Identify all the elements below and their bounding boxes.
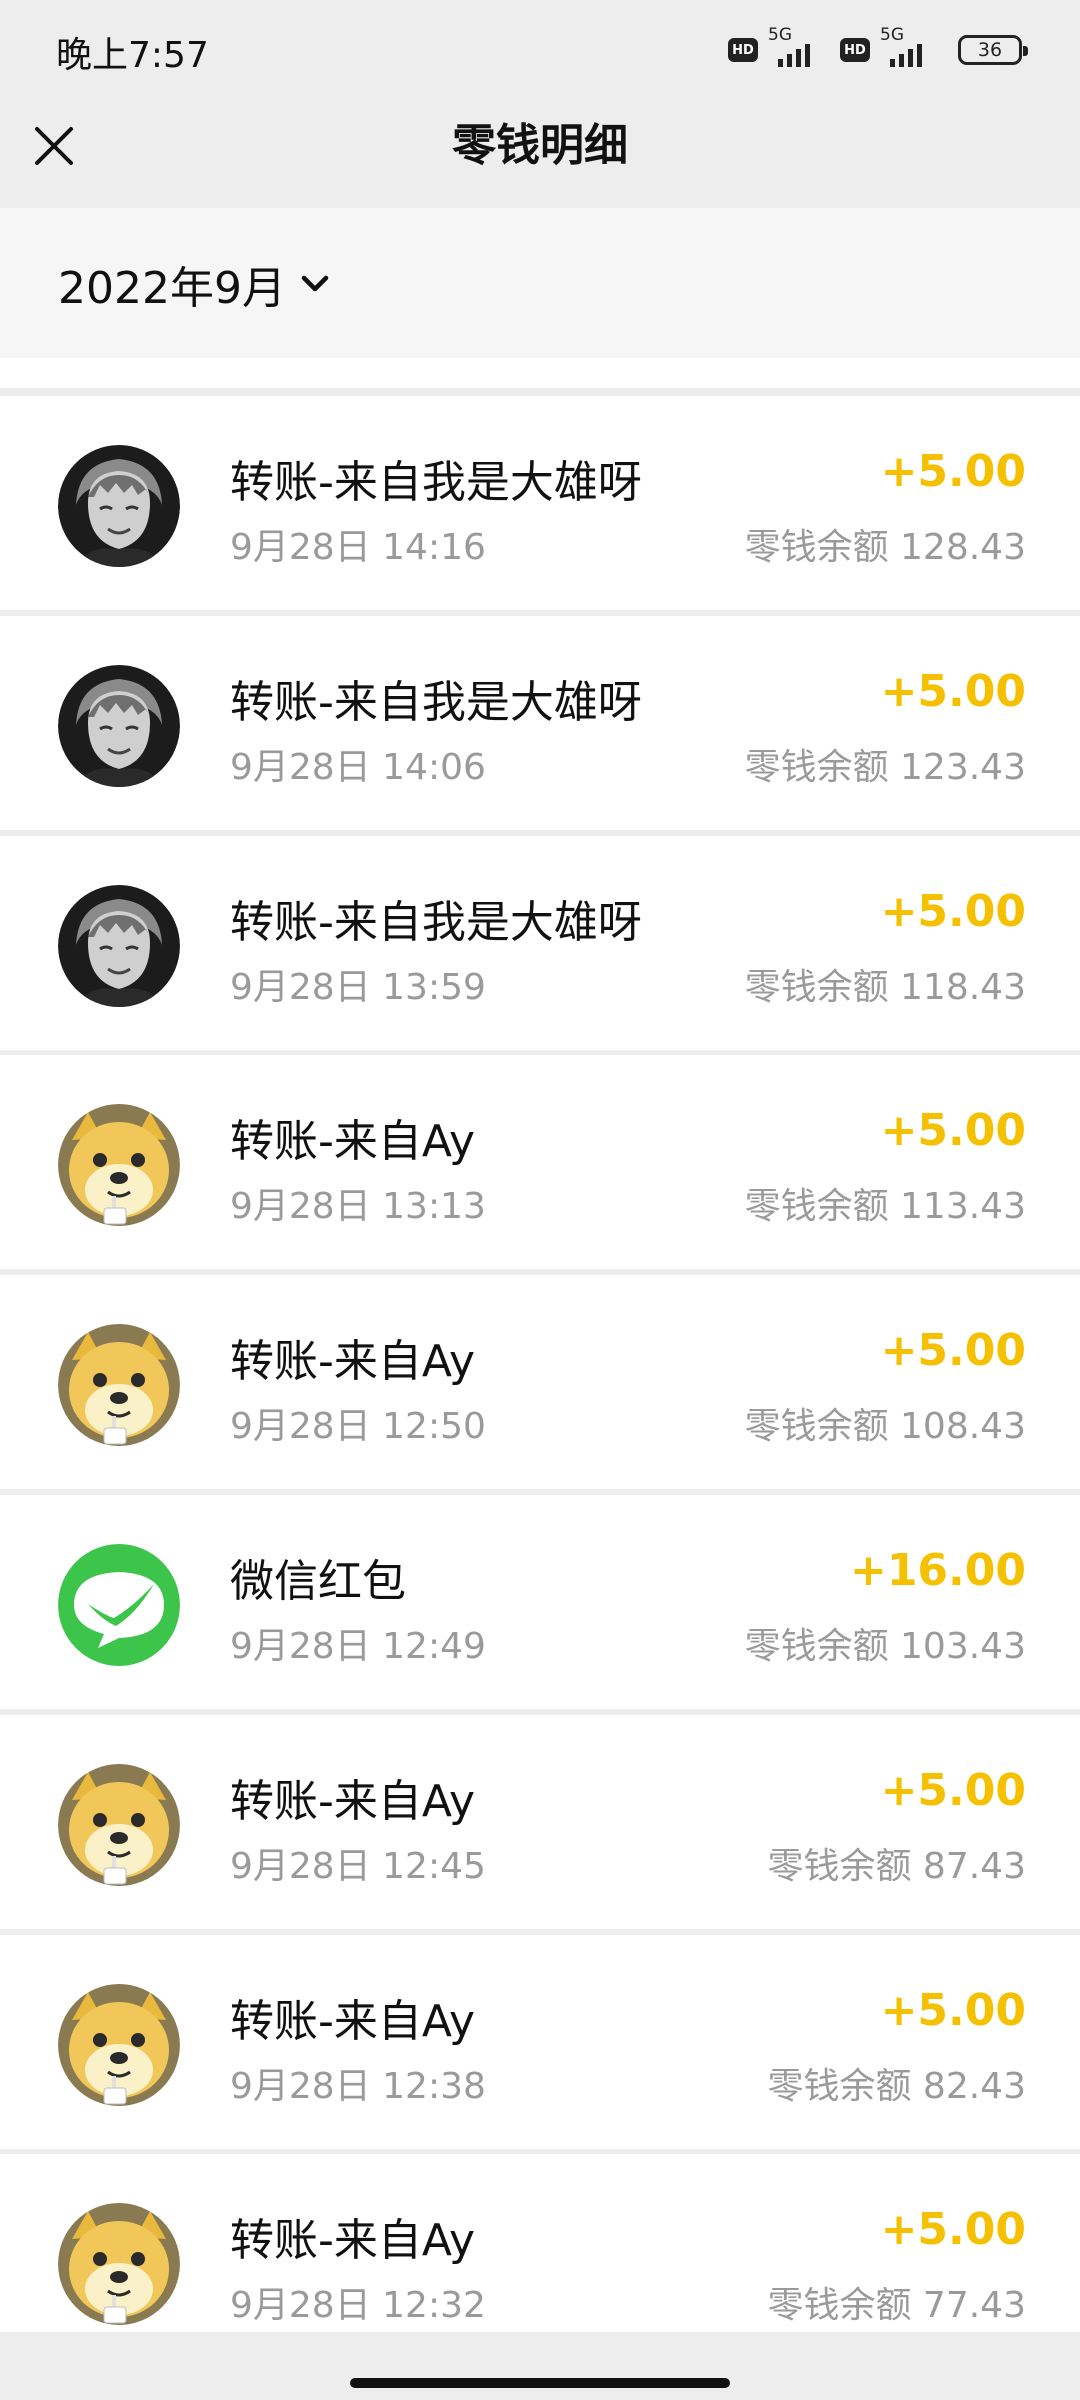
transaction-balance: 零钱余额 128.43 [744,527,1026,568]
doge-avatar [58,1984,180,2106]
chevron-down-icon [301,275,329,292]
transaction-list: 转账-来自我是大雄呀 9月28日 14:16 +5.00 零钱余额 128.43 转账-… [0,358,1080,2332]
transaction-balance: 零钱余额 123.43 [744,747,1026,788]
status-time: 晚上7:57 [56,35,209,76]
doge-avatar [58,1324,180,1446]
transaction-amount: +5.00 [880,446,1026,497]
battery-icon: 36 [958,35,1028,65]
transaction-title: 转账-来自我是大雄呀 [230,457,642,508]
page-title: 零钱明细 [452,120,628,171]
transaction-time: 9月28日 12:32 [230,2285,486,2326]
list-top-strip [0,358,1080,388]
network-type: 5G [880,25,904,45]
transaction-title: 转账-来自我是大雄呀 [230,677,642,728]
transaction-row[interactable]: 转账-来自我是大雄呀 9月28日 14:06 +5.00 零钱余额 123.43 [0,616,1080,830]
nav-bar: 零钱明细 [0,100,1080,208]
transaction-amount: +5.00 [880,886,1026,937]
transaction-title: 转账-来自Ay [230,2215,476,2266]
anime-avatar [58,885,180,1007]
transaction-row[interactable]: 转账-来自Ay 9月28日 12:32 +5.00 零钱余额 77.43 [0,2154,1080,2332]
transaction-time: 9月28日 14:06 [230,747,486,788]
transaction-title: 转账-来自我是大雄呀 [230,897,642,948]
doge-avatar [58,1764,180,1886]
transaction-amount: +16.00 [849,1545,1026,1596]
anime-avatar [58,445,180,567]
transaction-time: 9月28日 12:45 [230,1846,486,1887]
wechat-avatar [58,1544,180,1666]
transaction-time: 9月28日 13:13 [230,1186,486,1227]
signal-icon: 5G [880,25,942,69]
transaction-row[interactable]: 转账-来自Ay 9月28日 12:45 +5.00 零钱余额 87.43 [0,1715,1080,1929]
transaction-balance: 零钱余额 108.43 [744,1406,1026,1447]
transaction-balance: 零钱余额 118.43 [744,967,1026,1008]
transaction-row[interactable]: 转账-来自我是大雄呀 9月28日 13:59 +5.00 零钱余额 118.43 [0,836,1080,1050]
transaction-row[interactable]: 微信红包 9月28日 12:49 +16.00 零钱余额 103.43 [0,1495,1080,1709]
status-icons: HD 5G HD 5G 36 [728,25,1028,72]
home-area [0,2332,1080,2400]
status-bar: 晚上7:57 HD 5G HD 5G 36 [0,0,1080,100]
transaction-balance: 零钱余额 103.43 [744,1626,1026,1667]
transaction-time: 9月28日 14:16 [230,527,486,568]
network-type: 5G [768,25,792,45]
transaction-row[interactable]: 转账-来自Ay 9月28日 13:13 +5.00 零钱余额 113.43 [0,1055,1080,1269]
transaction-balance: 零钱余额 77.43 [767,2285,1026,2326]
transaction-title: 转账-来自Ay [230,1116,476,1167]
signal-icon: 5G [768,25,830,69]
transaction-amount: +5.00 [880,1985,1026,2036]
transaction-balance: 零钱余额 82.43 [767,2066,1026,2107]
doge-avatar [58,2203,180,2325]
month-label: 2022年9月 [58,263,286,314]
transaction-amount: +5.00 [880,1325,1026,1376]
transaction-row[interactable]: 转账-来自我是大雄呀 9月28日 14:16 +5.00 零钱余额 128.43 [0,396,1080,610]
doge-avatar [58,1104,180,1226]
transaction-amount: +5.00 [880,666,1026,717]
transaction-time: 9月28日 12:50 [230,1406,486,1447]
home-indicator[interactable] [350,2378,730,2388]
transaction-row[interactable]: 转账-来自Ay 9月28日 12:38 +5.00 零钱余额 82.43 [0,1935,1080,2149]
anime-avatar [58,665,180,787]
transaction-amount: +5.00 [880,1105,1026,1156]
transaction-title: 微信红包 [230,1556,406,1607]
transaction-title: 转账-来自Ay [230,1996,476,2047]
month-selector[interactable]: 2022年9月 [58,248,330,320]
hd-badge: HD [728,38,758,62]
battery-level: 36 [977,39,1003,61]
hd-badge: HD [840,38,870,62]
transaction-time: 9月28日 12:49 [230,1626,486,1667]
transaction-balance: 零钱余额 87.43 [767,1846,1026,1887]
transaction-amount: +5.00 [880,1765,1026,1816]
transaction-time: 9月28日 13:59 [230,967,486,1008]
transaction-title: 转账-来自Ay [230,1776,476,1827]
transaction-time: 9月28日 12:38 [230,2066,486,2107]
transaction-title: 转账-来自Ay [230,1336,476,1387]
transaction-amount: +5.00 [880,2204,1026,2255]
transaction-row[interactable]: 转账-来自Ay 9月28日 12:50 +5.00 零钱余额 108.43 [0,1275,1080,1489]
month-filter-bar: 2022年9月 [0,208,1080,358]
transaction-balance: 零钱余额 113.43 [744,1186,1026,1227]
